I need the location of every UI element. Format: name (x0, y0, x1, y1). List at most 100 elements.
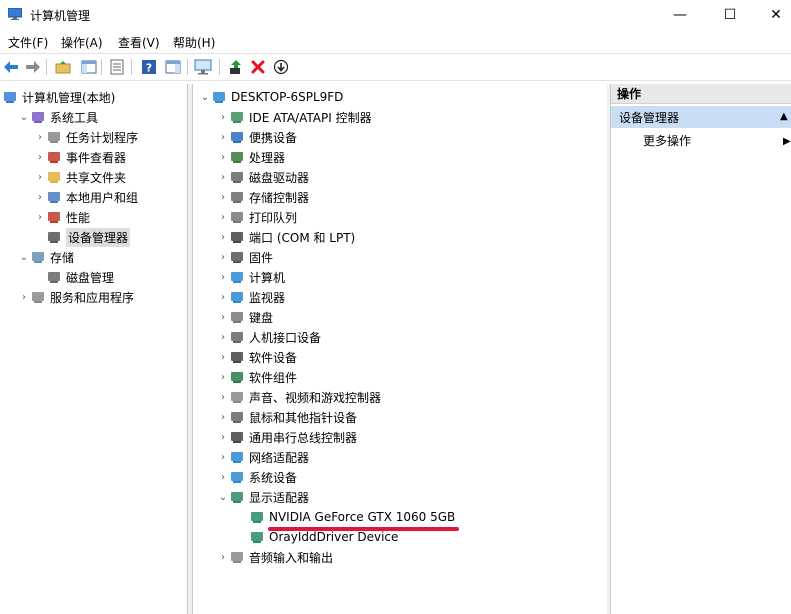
expand-chevron-icon[interactable]: › (34, 147, 46, 167)
expand-chevron-icon[interactable]: › (34, 167, 46, 187)
update-driver-icon[interactable] (227, 58, 245, 76)
sound-icon (229, 389, 245, 405)
show-hide-tree-icon[interactable] (80, 58, 98, 76)
device-tree-item[interactable]: › 声音、视频和游戏控制器 (217, 387, 381, 407)
expand-chevron-icon[interactable]: › (34, 207, 46, 227)
keyboard-icon (229, 309, 245, 325)
device-tree-item[interactable]: › 便携设备 (217, 127, 297, 147)
nav-item[interactable]: ⌄ 存储 (18, 247, 74, 267)
nav-item[interactable]: › 性能 (34, 207, 90, 227)
device-category-label: 固件 (249, 250, 274, 265)
actions-pane: 操作 设备管理器 ▲ 更多操作 ▶ (610, 84, 791, 614)
nav-item[interactable]: ⌄ 系统工具 (18, 107, 98, 127)
expand-chevron-icon[interactable]: › (217, 247, 229, 267)
device-tree-item[interactable]: › 网络适配器 (217, 447, 309, 467)
disable-device-icon[interactable] (272, 58, 290, 76)
expand-chevron-icon[interactable]: › (34, 187, 46, 207)
nav-item[interactable]: 设备管理器 (34, 227, 131, 247)
nav-item[interactable]: › 共享文件夹 (34, 167, 126, 187)
device-tree-item[interactable]: › 软件设备 (217, 347, 297, 367)
nav-item-label: 存储 (50, 250, 75, 265)
nav-item[interactable]: › 事件查看器 (34, 147, 126, 167)
device-tree-item[interactable]: › 系统设备 (217, 467, 297, 487)
minimize-button[interactable]: — (657, 0, 703, 30)
shared-folders-icon (46, 169, 62, 185)
expand-chevron-icon[interactable]: › (217, 347, 229, 367)
collapse-chevron-icon[interactable]: ⌄ (199, 87, 211, 107)
more-actions[interactable]: 更多操作 (643, 132, 691, 149)
processor-icon (229, 149, 245, 165)
nav-item[interactable]: › 任务计划程序 (34, 127, 138, 147)
expand-chevron-icon[interactable]: › (217, 227, 229, 247)
menu-file[interactable]: 文件(F) (8, 34, 48, 51)
device-tree-item[interactable]: ⌄ 显示适配器 (217, 487, 309, 507)
actions-header: 操作 (611, 84, 791, 104)
device-category-label: 便携设备 (249, 130, 298, 145)
expand-chevron-icon[interactable]: › (18, 287, 30, 307)
device-tree-item[interactable]: › 软件组件 (217, 367, 297, 387)
device-tree-item[interactable]: › 处理器 (217, 147, 285, 167)
uninstall-device-icon[interactable] (249, 58, 267, 76)
device-tree-item[interactable]: › 磁盘驱动器 (217, 167, 309, 187)
expand-chevron-icon[interactable]: › (217, 167, 229, 187)
device-tree-item[interactable]: › 固件 (217, 247, 273, 267)
device-tree-item[interactable]: › IDE ATA/ATAPI 控制器 (217, 107, 372, 127)
expand-chevron-icon[interactable]: › (217, 147, 229, 167)
device-tree-item[interactable]: › 通用串行总线控制器 (217, 427, 357, 447)
device-tree-item[interactable]: NVIDIA GeForce GTX 1060 5GB (237, 507, 455, 527)
expand-chevron-icon[interactable]: › (217, 467, 229, 487)
nav-item[interactable]: 磁盘管理 (34, 267, 114, 287)
device-tree-item[interactable]: › 监视器 (217, 287, 285, 307)
device-tree-item[interactable]: ⌄ DESKTOP-6SPL9FD (199, 87, 344, 107)
device-tree-item[interactable]: › 存储控制器 (217, 187, 309, 207)
nav-item[interactable]: › 服务和应用程序 (18, 287, 134, 307)
gpu-icon (249, 509, 265, 525)
up-folder-icon[interactable] (54, 58, 72, 76)
expand-chevron-icon[interactable]: › (34, 127, 46, 147)
device-tree-item[interactable]: › 音频输入和输出 (217, 547, 333, 567)
expand-chevron-icon[interactable]: › (217, 287, 229, 307)
menu-action[interactable]: 操作(A) (61, 34, 103, 51)
device-category-label: 系统设备 (249, 470, 298, 485)
expand-chevron-icon[interactable]: › (217, 447, 229, 467)
forward-icon[interactable] (24, 58, 42, 76)
device-tree-item[interactable]: › 人机接口设备 (217, 327, 321, 347)
device-tree-item[interactable]: › 计算机 (217, 267, 285, 287)
device-tree-item[interactable]: › 鼠标和其他指针设备 (217, 407, 357, 427)
expand-chevron-icon[interactable]: › (217, 547, 229, 567)
device-tree-item[interactable]: › 键盘 (217, 307, 273, 327)
collapse-up-icon[interactable]: ▲ (780, 111, 788, 122)
menu-help[interactable]: 帮助(H) (173, 34, 215, 51)
expand-chevron-icon[interactable]: › (217, 267, 229, 287)
device-category-label: 软件组件 (249, 370, 298, 385)
scan-hardware-icon[interactable] (194, 58, 212, 76)
close-button[interactable]: ✕ (753, 0, 791, 30)
collapse-chevron-icon[interactable]: ⌄ (217, 487, 229, 507)
menu-view[interactable]: 查看(V) (118, 34, 160, 51)
collapse-chevron-icon[interactable]: ⌄ (18, 247, 30, 267)
expand-chevron-icon[interactable]: › (217, 307, 229, 327)
collapse-chevron-icon[interactable]: ⌄ (18, 107, 30, 127)
expand-chevron-icon[interactable]: › (217, 427, 229, 447)
back-icon[interactable] (2, 58, 20, 76)
expand-chevron-icon[interactable]: › (217, 107, 229, 127)
properties-icon[interactable] (108, 58, 126, 76)
storage-controller-icon (229, 189, 245, 205)
actions-device-manager[interactable]: 设备管理器 ▲ (611, 106, 791, 128)
device-tree-item[interactable]: › 打印队列 (217, 207, 297, 227)
nav-item[interactable]: 计算机管理(本地) (2, 87, 115, 107)
action-pane-toggle-icon[interactable] (164, 58, 182, 76)
device-tree-item[interactable]: › 端口 (COM 和 LPT) (217, 227, 355, 247)
nav-item[interactable]: › 本地用户和组 (34, 187, 138, 207)
expand-chevron-icon[interactable]: › (217, 407, 229, 427)
expand-chevron-icon[interactable]: › (217, 187, 229, 207)
computer-management-icon (8, 8, 22, 20)
expand-chevron-icon[interactable]: › (217, 207, 229, 227)
maximize-button[interactable]: ☐ (707, 0, 753, 30)
expand-chevron-icon[interactable]: › (217, 387, 229, 407)
expand-chevron-icon[interactable]: › (217, 367, 229, 387)
expand-chevron-icon[interactable]: › (217, 327, 229, 347)
help-icon[interactable]: ? (140, 58, 158, 76)
expand-chevron-icon[interactable]: › (217, 127, 229, 147)
